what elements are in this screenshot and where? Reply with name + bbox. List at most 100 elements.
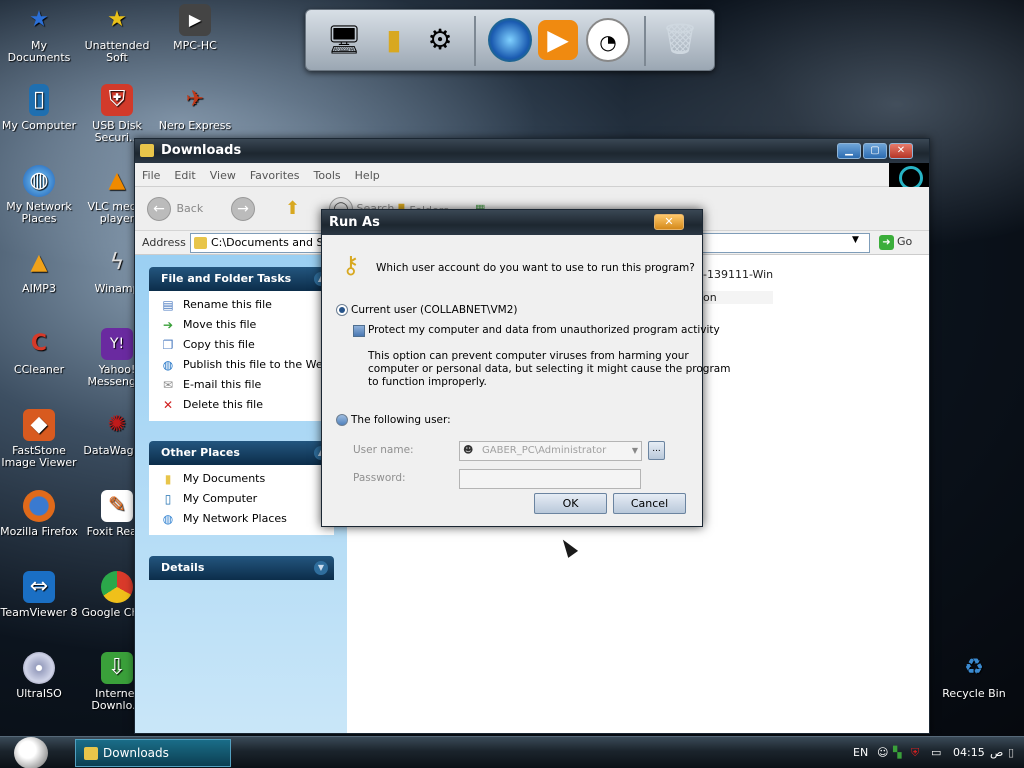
place-my-network-places[interactable]: ◍ My Network Places bbox=[159, 509, 326, 529]
idm-icon: ⇩ bbox=[101, 652, 133, 684]
desktop-icon-recycle-bin[interactable]: ♻ Recycle Bin bbox=[935, 652, 1013, 700]
go-arrow-icon: ➜ bbox=[879, 235, 894, 250]
task-copy[interactable]: ❐ Copy this file bbox=[159, 335, 326, 355]
address-dropdown-button[interactable]: ▼ bbox=[852, 235, 859, 245]
teamviewer-icon: ⇔ bbox=[23, 571, 55, 603]
clock-time[interactable]: 04:15 bbox=[953, 737, 985, 768]
task-publish[interactable]: ◍ Publish this file to the Web bbox=[159, 355, 330, 375]
task-rename[interactable]: ▤ Rename this file bbox=[159, 295, 326, 315]
desktop-icon-my-computer[interactable]: ▯ My Computer bbox=[0, 84, 78, 132]
clapper-icon: ▶ bbox=[179, 4, 211, 36]
monitor-icon[interactable]: 🖥 bbox=[322, 18, 366, 62]
dialog-title: Run As bbox=[329, 215, 380, 230]
trash-icon[interactable]: 🗑 bbox=[658, 18, 702, 62]
menu-edit[interactable]: Edit bbox=[167, 163, 202, 188]
username-select[interactable]: ☻ GABER_PC\Administrator ▼ bbox=[459, 441, 642, 461]
start-button[interactable] bbox=[14, 737, 48, 768]
explorer-titlebar[interactable]: Downloads ▁ ▢ ✕ bbox=[135, 139, 929, 163]
taskbar-button-downloads[interactable]: Downloads bbox=[75, 739, 231, 767]
close-button[interactable]: ✕ bbox=[889, 143, 913, 159]
desktop-icon-unattended-soft[interactable]: ★ Unattended Soft bbox=[78, 4, 156, 64]
cancel-button[interactable]: Cancel bbox=[613, 493, 686, 514]
language-indicator[interactable]: EN bbox=[853, 737, 868, 768]
move-icon: ➔ bbox=[162, 318, 174, 332]
menu-favorites[interactable]: Favorites bbox=[243, 163, 307, 188]
menu-view[interactable]: View bbox=[203, 163, 243, 188]
up-folder-button[interactable]: ⬆ bbox=[285, 196, 300, 222]
winamp-icon: ϟ bbox=[109, 250, 125, 275]
task-move[interactable]: ➔ Move this file bbox=[159, 315, 326, 335]
emoticon-icon[interactable]: ☺ bbox=[877, 737, 888, 768]
current-user-label[interactable]: Current user (COLLABNET\VM2) bbox=[351, 304, 518, 316]
desktop-icon-ccleaner[interactable]: C CCleaner bbox=[0, 328, 78, 376]
file-folder-tasks-panel: File and Folder Tasks ▲ ▤Rename this fil… bbox=[149, 267, 334, 421]
go-button[interactable]: ➜ Go bbox=[877, 233, 916, 253]
task-email[interactable]: ✉ E-mail this file bbox=[159, 375, 326, 395]
ok-button[interactable]: OK bbox=[534, 493, 607, 514]
desktop-icon-my-network-places[interactable]: ◍ My Network Places bbox=[0, 165, 78, 225]
place-my-computer[interactable]: ▯ My Computer bbox=[159, 489, 326, 509]
task-delete[interactable]: ✕ Delete this file bbox=[159, 395, 326, 415]
computer-icon: ▯ bbox=[29, 84, 49, 116]
desktop-icon-aimp3[interactable]: ▲ AIMP3 bbox=[0, 247, 78, 295]
current-user-radio[interactable] bbox=[336, 304, 348, 316]
desktop-icon-ultraiso[interactable]: UltraISO bbox=[0, 652, 78, 700]
window-title: Downloads bbox=[161, 143, 242, 158]
network-icon[interactable]: ▚ bbox=[893, 737, 901, 768]
menu-help[interactable]: Help bbox=[348, 163, 387, 188]
key-icon: ⚷ bbox=[342, 251, 360, 279]
menu-tools[interactable]: Tools bbox=[307, 163, 348, 188]
menu-file[interactable]: File bbox=[135, 163, 167, 188]
protect-label[interactable]: Protect my computer and data from unauth… bbox=[368, 324, 720, 336]
forward-button[interactable]: → bbox=[231, 196, 255, 222]
system-tray: EN ☺ ▚ ⛨ ▭ 04:15 ص ▯ bbox=[848, 737, 1024, 768]
globe-icon: ◍ bbox=[162, 512, 174, 526]
minimize-button[interactable]: ▁ bbox=[837, 143, 861, 159]
desktop-icon-usb-disk-security[interactable]: ⛨ USB Disk Securi... bbox=[78, 84, 156, 144]
other-places-panel: Other Places ▲ ▮My Documents ▯My Compute… bbox=[149, 441, 334, 535]
monitor-tray-icon[interactable]: ▭ bbox=[931, 737, 941, 768]
taskbar: Downloads EN ☺ ▚ ⛨ ▭ 04:15 ص ▯ bbox=[0, 736, 1024, 768]
folder-icon[interactable]: ▮ bbox=[372, 18, 416, 62]
menu-bar: File Edit View Favorites Tools Help bbox=[135, 163, 929, 190]
following-user-label[interactable]: The following user: bbox=[351, 414, 451, 426]
dialog-close-button[interactable]: ✕ bbox=[654, 214, 684, 230]
maximize-button[interactable]: ▢ bbox=[863, 143, 887, 159]
security-shield-icon[interactable]: ⛨ bbox=[911, 737, 919, 768]
email-icon: ✉ bbox=[162, 378, 174, 392]
clock-icon[interactable]: ◔ bbox=[586, 18, 630, 62]
media-player-icon[interactable]: ▶ bbox=[538, 20, 578, 60]
task-pane: File and Folder Tasks ▲ ▤Rename this fil… bbox=[135, 255, 347, 733]
clock-ampm: ص bbox=[990, 746, 1004, 759]
file-item[interactable]: -139111-Win bbox=[703, 268, 773, 281]
datawagon-icon: ✺ bbox=[107, 412, 127, 437]
rename-icon: ▤ bbox=[162, 298, 174, 312]
computer-icon: ▯ bbox=[164, 492, 172, 506]
foxit-icon: ✎ bbox=[101, 490, 133, 522]
browse-users-button[interactable]: ... bbox=[648, 441, 665, 460]
firefox-icon bbox=[23, 490, 55, 522]
desktop-icon-teamviewer[interactable]: ⇔ TeamViewer 8 bbox=[0, 571, 78, 619]
password-input[interactable] bbox=[459, 469, 641, 489]
desktop-icon-faststone[interactable]: ◆ FastStone Image Viewer bbox=[0, 409, 78, 469]
desktop-icon-nero-express[interactable]: ✈ Nero Express bbox=[156, 84, 234, 132]
following-user-radio[interactable] bbox=[336, 414, 348, 426]
yahoo-icon: Y! bbox=[101, 328, 133, 360]
username-label: User name: bbox=[353, 444, 414, 456]
desktop-icon-my-documents[interactable]: ★ My Documents bbox=[0, 4, 78, 64]
back-button[interactable]: ← Back bbox=[147, 196, 203, 222]
file-item[interactable]: on bbox=[703, 291, 773, 304]
details-header[interactable]: Details ▼ bbox=[149, 556, 334, 580]
protect-checkbox[interactable] bbox=[353, 325, 365, 337]
other-places-header[interactable]: Other Places ▲ bbox=[149, 441, 334, 465]
desktop-icon-firefox[interactable]: Mozilla Firefox bbox=[0, 490, 78, 538]
windows-logo-icon bbox=[889, 163, 929, 190]
file-folder-tasks-header[interactable]: File and Folder Tasks ▲ bbox=[149, 267, 334, 291]
chevron-down-icon[interactable]: ▼ bbox=[314, 561, 328, 575]
place-my-documents[interactable]: ▮ My Documents bbox=[159, 469, 326, 489]
desktop-icon-mpc-hc[interactable]: ▶ MPC-HC bbox=[156, 4, 234, 52]
show-desktop-icon[interactable]: ▯ bbox=[1008, 737, 1014, 768]
globe-icon[interactable] bbox=[488, 18, 532, 62]
dialog-titlebar[interactable]: Run As ✕ bbox=[322, 210, 702, 235]
control-panel-icon[interactable]: ⚙ bbox=[418, 18, 462, 62]
